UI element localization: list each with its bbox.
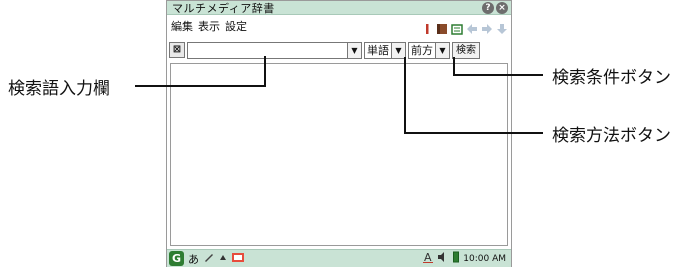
ime-mode[interactable]: あ bbox=[188, 251, 199, 267]
keyboard-icon[interactable] bbox=[231, 251, 245, 266]
title-bar: マルチメディア辞書 ? × bbox=[167, 1, 511, 15]
search-method-combo: 単語 ▼ bbox=[364, 41, 406, 59]
callout-method-button: 検索方法ボタン bbox=[552, 126, 671, 146]
callout-line-input-h bbox=[135, 85, 265, 87]
search-button[interactable]: 検索 bbox=[452, 41, 480, 59]
up-arrow-icon[interactable] bbox=[219, 252, 227, 265]
close-button[interactable]: × bbox=[496, 1, 508, 14]
down-arrow-icon[interactable] bbox=[496, 20, 508, 34]
search-condition-dropdown[interactable]: ▼ bbox=[436, 41, 450, 59]
help-button[interactable]: ? bbox=[482, 1, 494, 14]
forward-arrow-icon[interactable] bbox=[481, 20, 493, 34]
volume-icon[interactable] bbox=[437, 251, 449, 266]
window-title: マルチメディア辞書 bbox=[172, 1, 275, 15]
menu-view[interactable]: 表示 bbox=[193, 18, 220, 34]
search-input-combo: ▼ bbox=[187, 41, 362, 59]
battery-icon[interactable] bbox=[453, 251, 460, 266]
info-icon[interactable] bbox=[421, 20, 433, 34]
search-history-dropdown[interactable]: ▼ bbox=[348, 41, 362, 59]
history-icon[interactable] bbox=[451, 20, 463, 35]
search-input[interactable] bbox=[187, 41, 348, 59]
clock: 10:00 AM bbox=[463, 253, 506, 264]
callout-line-input-v bbox=[264, 56, 266, 87]
search-condition-button[interactable]: 前方 bbox=[408, 41, 436, 59]
callout-condition-button: 検索条件ボタン bbox=[552, 68, 671, 88]
svg-text:A: A bbox=[424, 251, 432, 263]
title-buttons: ? × bbox=[482, 1, 511, 14]
search-method-button[interactable]: 単語 bbox=[364, 41, 392, 59]
callout-input-field: 検索語入力欄 bbox=[8, 79, 110, 99]
system-tray: A 10:00 AM bbox=[423, 251, 509, 266]
menu-edit[interactable]: 編集 bbox=[167, 18, 193, 34]
input-indicator-icon[interactable]: A bbox=[423, 251, 434, 266]
book-icon[interactable] bbox=[436, 20, 448, 34]
clear-button[interactable]: ⊠ bbox=[169, 42, 185, 58]
start-icon[interactable]: G bbox=[169, 251, 184, 266]
results-area[interactable] bbox=[170, 63, 508, 246]
callout-line-condition-v bbox=[453, 57, 455, 76]
callout-line-method-h bbox=[404, 132, 543, 134]
pen-icon[interactable] bbox=[203, 251, 215, 266]
search-method-dropdown[interactable]: ▼ bbox=[392, 41, 406, 59]
taskbar: G あ A 10:00 AM bbox=[167, 249, 511, 267]
search-condition-combo: 前方 ▼ bbox=[408, 41, 450, 59]
back-arrow-icon[interactable] bbox=[466, 20, 478, 34]
toolbar-icons bbox=[421, 20, 511, 35]
menu-bar: 編集 表示 設定 bbox=[167, 16, 511, 36]
menu-settings[interactable]: 設定 bbox=[220, 18, 247, 34]
search-bar: ⊠ ▼ 単語 ▼ 前方 ▼ 検索 bbox=[167, 39, 511, 61]
callout-line-method-v bbox=[404, 57, 406, 134]
callout-line-condition-h bbox=[453, 74, 543, 76]
